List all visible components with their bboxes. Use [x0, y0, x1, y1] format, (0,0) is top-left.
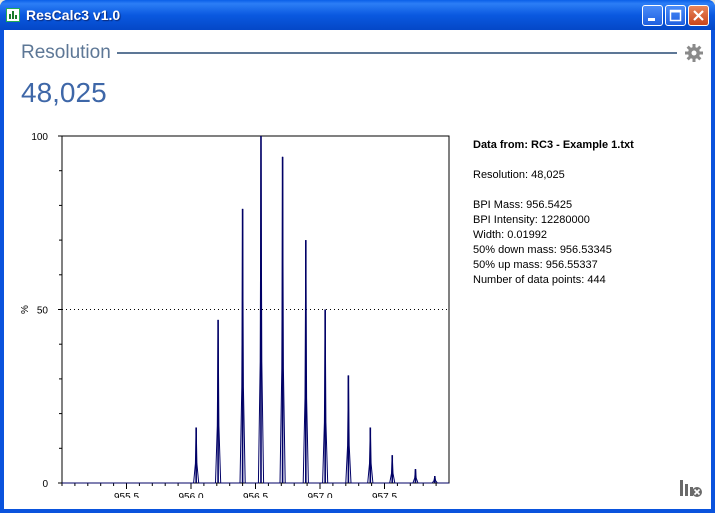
client-area: Resolution 48,025 0 50 100% 955.5 956.0 956.5…	[4, 30, 711, 509]
info-width: Width: 0.01992	[473, 229, 547, 241]
x-tick-label: 955.5	[114, 492, 139, 498]
title-bar[interactable]: ResCalc3 v1.0	[0, 0, 715, 30]
info-data-points: Number of data points: 444	[473, 274, 606, 286]
info-down-mass: 50% down mass: 956.53345	[473, 244, 612, 256]
gear-icon[interactable]	[684, 43, 704, 63]
maximize-icon	[669, 9, 682, 22]
info-up-mass: 50% up mass: 956.55337	[473, 259, 598, 271]
info-panel: Data from: RC3 - Example 1.txt Resolutio…	[473, 138, 634, 288]
info-bpi-intensity: BPI Intensity: 12280000	[473, 214, 590, 226]
y-tick-label: 50	[37, 306, 49, 317]
window-title: ResCalc3 v1.0	[26, 7, 121, 23]
x-tick-label: 957.0	[307, 492, 332, 498]
x-tick-label: 956.5	[243, 492, 268, 498]
info-resolution: Resolution: 48,025	[473, 169, 565, 181]
x-tick-label: 956.0	[178, 492, 203, 498]
spectrum-chart[interactable]: 0 50 100% 955.5 956.0 956.5 957.0 957.5	[4, 128, 464, 498]
x-tick-label: 957.5	[372, 492, 397, 498]
section-divider	[117, 52, 677, 54]
info-bpi-mass: BPI Mass: 956.5425	[473, 199, 573, 211]
section-title: Resolution	[21, 42, 111, 63]
chart-clear-icon[interactable]	[678, 476, 704, 500]
resolution-value: 48,025	[21, 77, 107, 108]
maximize-button[interactable]	[665, 5, 686, 26]
y-tick-label: 0	[42, 479, 48, 490]
info-header: Data from: RC3 - Example 1.txt	[473, 139, 634, 151]
y-axis-label: %	[20, 305, 31, 314]
minimize-icon	[648, 18, 655, 21]
y-tick-label: 100	[31, 132, 48, 143]
app-window: ResCalc3 v1.0 Resolution 48,025 0 50 100% 9…	[0, 0, 715, 513]
close-icon	[693, 10, 704, 21]
app-icon[interactable]	[6, 8, 20, 22]
minimize-button[interactable]	[642, 5, 663, 26]
close-button[interactable]	[688, 5, 709, 26]
